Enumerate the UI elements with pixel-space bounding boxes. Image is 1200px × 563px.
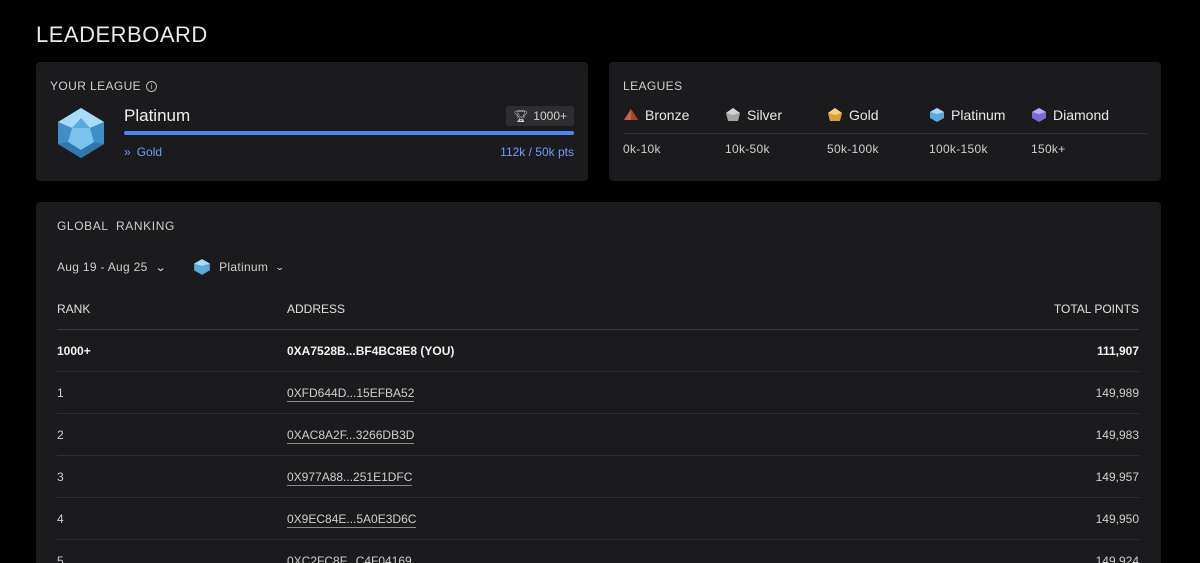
diamond-gem-icon <box>1032 108 1046 122</box>
address-link[interactable]: 0XAC8A2F...3266DB3D <box>287 427 415 444</box>
chevron-down-icon: ⌄ <box>275 261 286 272</box>
rank-cell: 3 <box>57 469 64 484</box>
league-range: 50k-100k <box>827 142 879 156</box>
rank-cell: 1 <box>57 385 64 400</box>
platinum-gem-icon <box>194 259 210 275</box>
global-ranking-title: GLOBAL RANKING <box>57 219 175 233</box>
league-bronze: Bronze 0k-10k <box>623 106 725 156</box>
platinum-gem-icon <box>58 108 104 158</box>
points-cell: 149,950 <box>1095 511 1139 526</box>
address-column-header: ADDRESS <box>287 301 346 316</box>
league-progress-bar <box>124 131 574 135</box>
table-row: 1 0XFD644D...15EFBA52 149,989 <box>57 372 1139 414</box>
league-diamond: Diamond 150k+ <box>1031 106 1133 156</box>
silver-gem-icon <box>726 108 740 121</box>
league-progress-fill <box>124 131 574 135</box>
league-name: Bronze <box>645 107 690 123</box>
table-row: 2 0XAC8A2F...3266DB3D 149,983 <box>57 414 1139 456</box>
points-cell: 149,957 <box>1095 469 1139 484</box>
rank-cell: 2 <box>57 427 64 442</box>
ranking-filters: Aug 19 - Aug 25 ⌄ Platinum ⌄ <box>57 258 286 276</box>
global-ranking-card: GLOBAL RANKING Aug 19 - Aug 25 ⌄ Platinu… <box>36 202 1161 563</box>
address-link[interactable]: 0X977A88...251E1DFC <box>287 469 413 486</box>
divider <box>623 133 1147 134</box>
your-league-title: YOUR LEAGUE <box>50 79 142 93</box>
leagues-title: LEAGUES <box>623 79 683 93</box>
your-league-title-row: YOUR LEAGUE i <box>50 79 158 93</box>
rank-cell: 4 <box>57 511 64 526</box>
current-league-name: Platinum <box>124 106 191 125</box>
rank-badge: 🏆︎ 1000+ <box>506 106 574 126</box>
league-range: 150k+ <box>1031 142 1066 156</box>
date-range-dropdown[interactable]: Aug 19 - Aug 25 ⌄ <box>57 260 167 274</box>
address-link[interactable]: 0X9EC84E...5A0E3D6C <box>287 511 417 528</box>
league-dropdown[interactable]: Platinum ⌄ <box>193 258 286 276</box>
platinum-gem-icon <box>930 108 944 122</box>
rank-column-header: RANK <box>57 301 91 316</box>
league-points: 112k / 50k pts <box>500 145 574 159</box>
table-row: 4 0X9EC84E...5A0E3D6C 149,950 <box>57 498 1139 540</box>
table-header: RANK ADDRESS TOTAL POINTS <box>57 288 1139 330</box>
chevron-down-icon: ⌄ <box>154 261 167 274</box>
leagues-card: LEAGUES Bronze 0k-10k Silver 10k-50k Gol… <box>609 62 1161 181</box>
table-row: 3 0X977A88...251E1DFC 149,957 <box>57 456 1139 498</box>
address-link[interactable]: 0XC2FC8F...C4F04169 <box>287 553 412 563</box>
gold-gem-icon <box>828 108 842 121</box>
table-row: 5 0XC2FC8F...C4F04169 149,924 <box>57 540 1139 563</box>
points-cell: 149,983 <box>1095 427 1139 442</box>
league-filter-value: Platinum <box>219 260 269 274</box>
league-range: 0k-10k <box>623 142 661 156</box>
trophy-icon: 🏆︎ <box>513 109 529 123</box>
league-name: Silver <box>747 107 783 123</box>
points-cell: 111,907 <box>1096 343 1139 358</box>
address-link[interactable]: 0XFD644D...15EFBA52 <box>287 385 415 402</box>
league-name: Diamond <box>1053 107 1110 123</box>
league-gold: Gold 50k-100k <box>827 106 929 156</box>
league-range: 100k-150k <box>929 142 988 156</box>
your-league-card: YOUR LEAGUE i Platinum 🏆︎ 1000+ » Gold 1… <box>36 62 588 181</box>
next-league-name: Gold <box>136 145 163 159</box>
points-cell: 149,989 <box>1095 385 1139 400</box>
points-cell: 149,924 <box>1095 553 1139 563</box>
date-range-value: Aug 19 - Aug 25 <box>57 260 148 274</box>
league-range: 10k-50k <box>725 142 770 156</box>
page-title: LEADERBOARD <box>36 22 208 47</box>
rank-cell: 1000+ <box>57 343 91 358</box>
ranking-table: RANK ADDRESS TOTAL POINTS 1000+ 0XA7528B… <box>57 288 1139 563</box>
bronze-pyramid-icon <box>624 109 638 120</box>
rank-badge-value: 1000+ <box>533 109 567 123</box>
next-league-link[interactable]: » Gold <box>124 145 162 159</box>
double-chevron-right-icon: » <box>124 145 131 159</box>
rank-cell: 5 <box>57 553 64 563</box>
info-icon[interactable]: i <box>146 80 158 92</box>
your-rank-row: 1000+ 0XA7528B...BF4BC8E8 (YOU) 111,907 <box>57 330 1139 372</box>
points-column-header: TOTAL POINTS <box>1053 301 1139 316</box>
leagues-list: Bronze 0k-10k Silver 10k-50k Gold 50k-10… <box>623 106 1133 156</box>
league-platinum: Platinum 100k-150k <box>929 106 1031 156</box>
address-cell: 0XA7528B...BF4BC8E8 (YOU) <box>287 343 455 358</box>
league-silver: Silver 10k-50k <box>725 106 827 156</box>
league-name: Gold <box>849 107 879 123</box>
league-name: Platinum <box>951 107 1006 123</box>
